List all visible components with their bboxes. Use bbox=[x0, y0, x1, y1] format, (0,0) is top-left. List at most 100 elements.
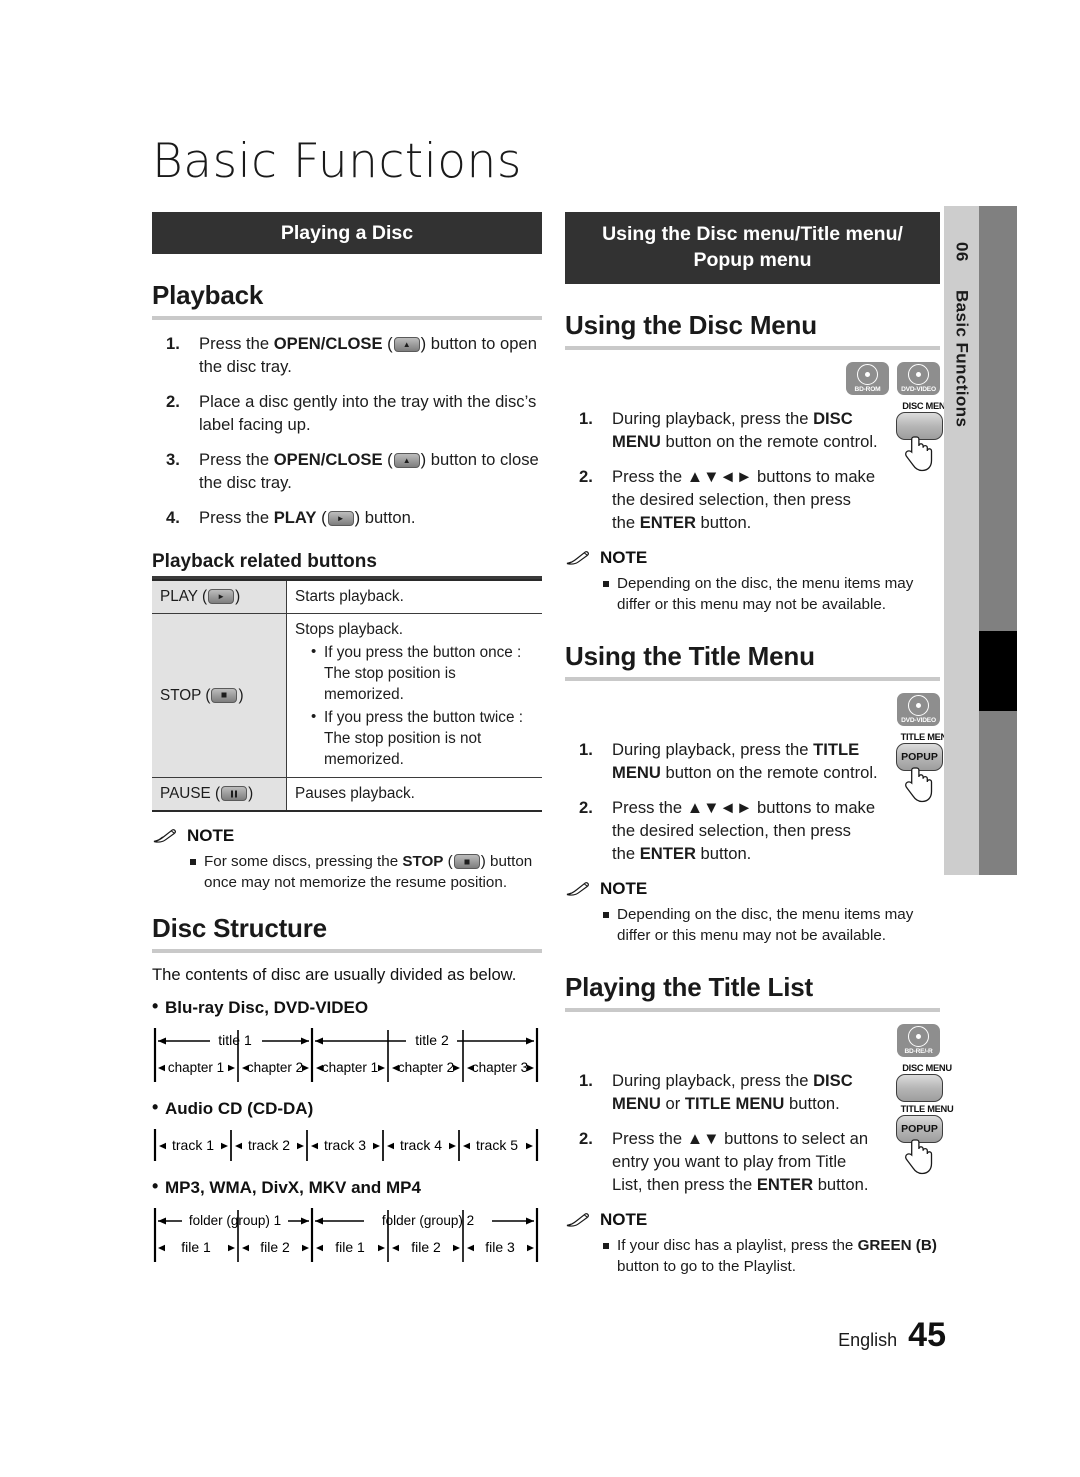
list-item: 2. Press the ▲▼◄► buttons to make the de… bbox=[565, 796, 940, 865]
heading-using-disc-menu: Using the Disc Menu bbox=[565, 310, 817, 340]
list-item: 2. Press the ▲▼ buttons to select an ent… bbox=[565, 1127, 940, 1196]
table-cell-desc: Pauses playback. bbox=[286, 777, 542, 812]
step-number: 1. bbox=[166, 334, 180, 353]
title-menu-steps: 1. During playback, press the TITLE MENU… bbox=[565, 738, 940, 865]
disc-glyph bbox=[908, 1026, 929, 1048]
disc-type-badges-disc-menu: BD-ROM DVD-VIDEO bbox=[565, 362, 940, 395]
heading-playing-title-list: Playing the Title List bbox=[565, 972, 813, 1002]
svg-text:chapter 1: chapter 1 bbox=[322, 1060, 378, 1075]
footer-language: English bbox=[838, 1330, 898, 1350]
step-text: Place a disc gently into the tray with t… bbox=[199, 392, 537, 434]
list-item: 1. During playback, press the DISC MENU … bbox=[565, 1069, 940, 1115]
heading-rule bbox=[152, 949, 542, 953]
step-text: During playback, press the DISC MENU but… bbox=[612, 409, 878, 451]
side-tab-marker bbox=[979, 631, 1017, 711]
disc-type-badges-title-menu: DVD-VIDEO bbox=[565, 693, 940, 726]
pencil-icon bbox=[153, 829, 176, 843]
remote-illustration-title-list: DISC MENU TITLE MENU POPUP bbox=[896, 1063, 958, 1191]
heading-rule bbox=[152, 316, 542, 320]
step-number: 1. bbox=[579, 740, 593, 759]
disc-structure-intro: The contents of disc are usually divided… bbox=[152, 965, 517, 984]
page-title: Basic Functions bbox=[152, 134, 522, 189]
list-item: For some discs, pressing the STOP () but… bbox=[190, 851, 542, 893]
svg-text:chapter 2: chapter 2 bbox=[398, 1060, 454, 1075]
heading-rule bbox=[565, 1008, 940, 1012]
playback-steps: 1. Press the OPEN/CLOSE (▲) button to op… bbox=[152, 332, 542, 529]
svg-text:chapter 1: chapter 1 bbox=[168, 1060, 224, 1075]
disc-glyph bbox=[908, 364, 929, 386]
note-block-title-menu: NOTE Depending on the disc, the menu ite… bbox=[565, 879, 940, 946]
disc-structure-diagram-audiocd: track 1 track 2 track 3 track 4 track 5 bbox=[152, 1125, 542, 1165]
bd-rom-badge-icon: BD-ROM bbox=[846, 362, 889, 395]
table-cell-key: PLAY (►) bbox=[152, 579, 287, 614]
pause-key-icon bbox=[221, 786, 248, 801]
table-cell-key: STOP () bbox=[152, 613, 287, 778]
disc-menu-steps: 1. During playback, press the DISC MENU … bbox=[565, 407, 940, 534]
table-row: STOP () Stops playback. If you press the… bbox=[152, 613, 542, 778]
step-number: 2. bbox=[579, 1129, 593, 1148]
svg-text:chapter 2: chapter 2 bbox=[247, 1060, 303, 1075]
list-item: 4. Press the PLAY (►) button. bbox=[152, 506, 542, 529]
disc-group-label: Blu-ray Disc, DVD-VIDEO bbox=[152, 996, 542, 1018]
list-item: If you press the button twice : The stop… bbox=[311, 706, 534, 770]
svg-text:title 2: title 2 bbox=[415, 1032, 449, 1048]
table-row: PAUSE () Pauses playback. bbox=[152, 777, 542, 812]
disc-glyph bbox=[857, 364, 878, 386]
remote-key-label-disc-menu: DISC MENU bbox=[902, 1063, 952, 1073]
table-cell-desc: Starts playback. bbox=[286, 579, 542, 614]
step-text: During playback, press the TITLE MENU bu… bbox=[612, 740, 878, 782]
side-tab-dark bbox=[979, 206, 1017, 875]
pencil-icon bbox=[566, 551, 589, 565]
heading-playback-related-buttons: Playback related buttons bbox=[152, 551, 377, 572]
list-item: 2. Press the ▲▼◄► buttons to make the de… bbox=[565, 465, 940, 534]
play-key-icon: ► bbox=[208, 589, 235, 604]
eject-key-icon: ▲ bbox=[393, 337, 420, 352]
bd-re-r-badge-icon: BD-RE/-R bbox=[897, 1024, 940, 1057]
table-cell-desc: Stops playback. If you press the button … bbox=[286, 613, 542, 778]
note-title: NOTE bbox=[600, 548, 648, 567]
playback-buttons-table: PLAY (►) Starts playback. STOP () Stops … bbox=[152, 579, 542, 812]
table-cell-key: PAUSE () bbox=[152, 777, 287, 812]
note-header: NOTE bbox=[565, 548, 940, 568]
list-item: 2. Place a disc gently into the tray wit… bbox=[152, 390, 542, 436]
note-title: NOTE bbox=[187, 826, 235, 845]
svg-text:file 1: file 1 bbox=[181, 1239, 211, 1255]
pencil-icon bbox=[566, 882, 589, 896]
note-title: NOTE bbox=[600, 1210, 648, 1229]
list-item: 1. During playback, press the TITLE MENU… bbox=[565, 738, 940, 784]
list-item: 1. During playback, press the DISC MENU … bbox=[565, 407, 940, 453]
svg-text:folder (group) 1: folder (group) 1 bbox=[189, 1213, 281, 1228]
remote-key-label-title-menu: TITLE MENU bbox=[900, 1104, 954, 1114]
svg-text:track 4: track 4 bbox=[400, 1137, 442, 1153]
svg-text:file 1: file 1 bbox=[335, 1239, 365, 1255]
step-number: 2. bbox=[579, 467, 593, 486]
disc-structure-diagram-mp3: folder (group) 1 folder (group) 2 file 1… bbox=[152, 1204, 542, 1266]
dvd-video-badge-icon: DVD-VIDEO bbox=[897, 362, 940, 395]
right-column: Using the Disc menu/Title menu/ Popup me… bbox=[565, 212, 954, 1277]
bullet-list: If you press the button once : The stop … bbox=[295, 641, 534, 770]
title-list-steps: 1. During playback, press the DISC MENU … bbox=[565, 1069, 940, 1196]
svg-text:folder (group) 2: folder (group) 2 bbox=[382, 1213, 474, 1228]
heading-playback: Playback bbox=[152, 280, 264, 310]
pencil-icon bbox=[566, 1213, 589, 1227]
step-number: 1. bbox=[579, 1071, 593, 1090]
heading-rule bbox=[565, 346, 940, 350]
banner-line-2: Popup menu bbox=[693, 249, 812, 271]
section-banner-disc-title-popup-menu: Using the Disc menu/Title menu/ Popup me… bbox=[565, 212, 940, 284]
step-text: Press the ▲▼ buttons to select an entry … bbox=[612, 1129, 869, 1194]
list-item: If your disc has a playlist, press the G… bbox=[603, 1235, 940, 1277]
note-title: NOTE bbox=[600, 879, 648, 898]
section-banner-playing-a-disc: Playing a Disc bbox=[152, 212, 542, 254]
page-footer: English 45 bbox=[838, 1316, 946, 1355]
step-text: Press the OPEN/CLOSE (▲) button to close… bbox=[199, 450, 539, 492]
banner-line-1: Using the Disc menu/Title menu/ bbox=[602, 223, 903, 245]
step-number: 2. bbox=[579, 798, 593, 817]
svg-text:track 2: track 2 bbox=[248, 1137, 290, 1153]
step-number: 3. bbox=[166, 450, 180, 469]
note-header: NOTE bbox=[565, 879, 940, 899]
disc-glyph bbox=[908, 695, 929, 717]
svg-text:title 1: title 1 bbox=[218, 1032, 252, 1048]
stop-key-icon bbox=[211, 687, 238, 703]
svg-text:file 2: file 2 bbox=[260, 1239, 290, 1255]
note-items: Depending on the disc, the menu items ma… bbox=[565, 573, 940, 615]
